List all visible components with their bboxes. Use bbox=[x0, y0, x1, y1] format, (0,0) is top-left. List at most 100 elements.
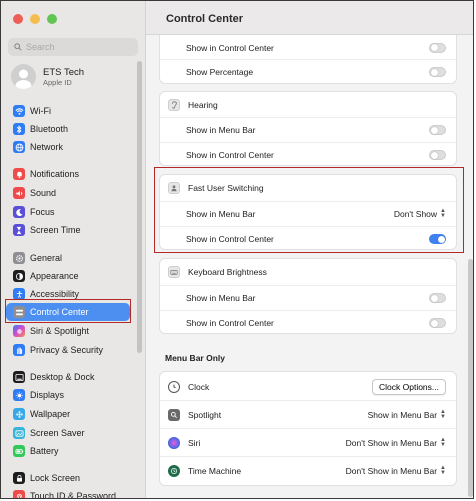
window-controls bbox=[13, 14, 57, 24]
spotlight-popup[interactable]: Show in Menu Bar ▲ ▼ bbox=[367, 408, 446, 420]
bluetooth-icon bbox=[13, 123, 25, 135]
sidebar-item-appearance[interactable]: Appearance bbox=[6, 267, 130, 285]
zoom-button[interactable] bbox=[47, 14, 57, 24]
hearing-header: Hearing bbox=[160, 92, 456, 117]
chevron-up-down-icon: ▲ ▼ bbox=[440, 408, 446, 420]
hand-icon bbox=[13, 344, 25, 356]
globe-icon bbox=[13, 141, 25, 153]
sidebar-item-sound[interactable]: Sound bbox=[6, 184, 130, 202]
row-label: Show in Control Center bbox=[186, 150, 274, 160]
account-subtitle: Apple ID bbox=[43, 77, 72, 87]
sidebar-item-network[interactable]: Network bbox=[6, 138, 130, 156]
show-percentage-toggle[interactable] bbox=[429, 67, 446, 77]
spotlight-icon bbox=[168, 408, 180, 421]
kb-menu-bar-row: Show in Menu Bar bbox=[160, 285, 456, 310]
sidebar-item-label: Bluetooth bbox=[30, 124, 69, 134]
time-machine-popup[interactable]: Don't Show in Menu Bar ▲ ▼ bbox=[346, 464, 446, 476]
sidebar-item-label: General bbox=[30, 253, 63, 263]
sidebar-item-label: Notifications bbox=[30, 169, 80, 179]
moon-icon bbox=[13, 206, 25, 218]
show-percentage-row: Show Percentage bbox=[160, 59, 456, 84]
wifi-icon bbox=[13, 105, 25, 117]
main-pane: Control Center Show in Control Center Sh… bbox=[146, 1, 473, 498]
hearing-control-center-toggle[interactable] bbox=[429, 150, 446, 160]
sidebar-item-wifi[interactable]: Wi-Fi bbox=[6, 102, 130, 120]
sidebar-item-siri-spotlight[interactable]: Siri & Spotlight bbox=[6, 322, 130, 340]
close-button[interactable] bbox=[13, 14, 23, 24]
sidebar-item-label: Network bbox=[30, 142, 64, 152]
hearing-card: Hearing Show in Menu Bar Show in Control… bbox=[159, 91, 457, 166]
show-in-control-center-toggle[interactable] bbox=[429, 42, 446, 53]
menu-bar-only-card: Clock Clock Options... Spotlight Show in… bbox=[159, 371, 457, 486]
avatar bbox=[11, 64, 36, 89]
sidebar-item-battery[interactable]: Battery bbox=[6, 442, 130, 460]
sidebar-item-label: Displays bbox=[30, 390, 65, 400]
chevron-up-down-icon: ▲ ▼ bbox=[440, 464, 446, 476]
hearing-control-center-row: Show in Control Center bbox=[160, 142, 456, 167]
sidebar-scrollbar[interactable] bbox=[137, 61, 142, 353]
sidebar-item-label: Accessibility bbox=[30, 289, 80, 299]
time-machine-icon bbox=[168, 464, 180, 477]
sidebar-item-lock-screen[interactable]: Lock Screen bbox=[6, 469, 130, 487]
sidebar-item-bluetooth[interactable]: Bluetooth bbox=[6, 120, 130, 138]
titlebar: Control Center bbox=[146, 1, 473, 35]
sidebar-item-label: Sound bbox=[30, 188, 57, 198]
battery-module-card: Show in Control Center Show Percentage bbox=[159, 35, 457, 84]
sidebar-item-label: Wallpaper bbox=[30, 409, 71, 419]
siri-icon bbox=[13, 325, 25, 337]
row-label: Show Percentage bbox=[186, 67, 254, 77]
hearing-menu-bar-toggle[interactable] bbox=[429, 125, 446, 135]
sidebar-item-focus[interactable]: Focus bbox=[6, 203, 130, 221]
kb-control-center-toggle[interactable] bbox=[429, 318, 446, 328]
clock-icon bbox=[168, 380, 180, 393]
time-machine-label: Time Machine bbox=[188, 465, 242, 476]
account-name: ETS Tech bbox=[43, 66, 85, 78]
row-label: Show in Control Center bbox=[186, 318, 274, 328]
spotlight-row: Spotlight Show in Menu Bar ▲ ▼ bbox=[160, 400, 456, 428]
sidebar-item-label: Lock Screen bbox=[30, 473, 81, 483]
menu-bar-only-heading: Menu Bar Only bbox=[165, 353, 225, 363]
bell-icon bbox=[13, 168, 25, 180]
clock-options-button[interactable]: Clock Options... bbox=[372, 378, 446, 395]
keyboard-brightness-card: Keyboard Brightness Show in Menu Bar Sho… bbox=[159, 258, 457, 334]
search-icon bbox=[14, 38, 22, 56]
sidebar: ETS Tech Apple ID Wi-Fi Bluetooth Networ… bbox=[1, 1, 146, 498]
keyboard-icon bbox=[168, 265, 180, 278]
display-icon bbox=[13, 389, 25, 401]
popup-value: Don't Show in Menu Bar bbox=[345, 437, 438, 448]
wallpaper-icon bbox=[13, 408, 25, 420]
row-label: Show in Control Center bbox=[186, 42, 274, 53]
sidebar-item-notifications[interactable]: Notifications bbox=[6, 165, 130, 183]
page-title: Control Center bbox=[166, 13, 243, 25]
sidebar-item-label: Focus bbox=[30, 207, 55, 217]
search-input[interactable] bbox=[26, 42, 126, 52]
sidebar-item-label: Appearance bbox=[30, 271, 79, 281]
minimize-button[interactable] bbox=[30, 14, 40, 24]
popup-value: Show in Menu Bar bbox=[367, 409, 438, 420]
sidebar-item-general[interactable]: General bbox=[6, 249, 130, 267]
ear-icon bbox=[168, 98, 180, 111]
sidebar-item-privacy-security[interactable]: Privacy & Security bbox=[6, 341, 130, 359]
sidebar-item-label: Wi-Fi bbox=[30, 106, 51, 116]
row-label: Show in Menu Bar bbox=[186, 125, 256, 135]
sidebar-item-screen-saver[interactable]: Screen Saver bbox=[6, 424, 130, 442]
sidebar-item-wallpaper[interactable]: Wallpaper bbox=[6, 405, 130, 423]
dock-icon bbox=[13, 371, 25, 383]
sidebar-item-screen-time[interactable]: Screen Time bbox=[6, 221, 130, 239]
kb-menu-bar-toggle[interactable] bbox=[429, 293, 446, 303]
sidebar-item-desktop-dock[interactable]: Desktop & Dock bbox=[6, 368, 130, 386]
sidebar-item-displays[interactable]: Displays bbox=[6, 386, 130, 404]
time-machine-row: Time Machine Don't Show in Menu Bar ▲ ▼ bbox=[160, 456, 456, 484]
battery-icon bbox=[13, 445, 25, 457]
gear-icon bbox=[13, 252, 25, 264]
clock-row: Clock Clock Options... bbox=[160, 373, 456, 400]
apple-id-account[interactable]: ETS Tech Apple ID bbox=[11, 64, 84, 89]
sidebar-item-touch-id[interactable]: Touch ID & Password bbox=[6, 487, 130, 498]
siri-app-icon bbox=[168, 436, 180, 449]
search-field[interactable] bbox=[8, 38, 138, 56]
kb-control-center-row: Show in Control Center bbox=[160, 310, 456, 335]
siri-row: Siri Don't Show in Menu Bar ▲ ▼ bbox=[160, 428, 456, 456]
clock-label: Clock bbox=[188, 381, 210, 392]
main-scrollbar[interactable] bbox=[468, 259, 473, 497]
siri-popup[interactable]: Don't Show in Menu Bar ▲ ▼ bbox=[345, 437, 446, 448]
